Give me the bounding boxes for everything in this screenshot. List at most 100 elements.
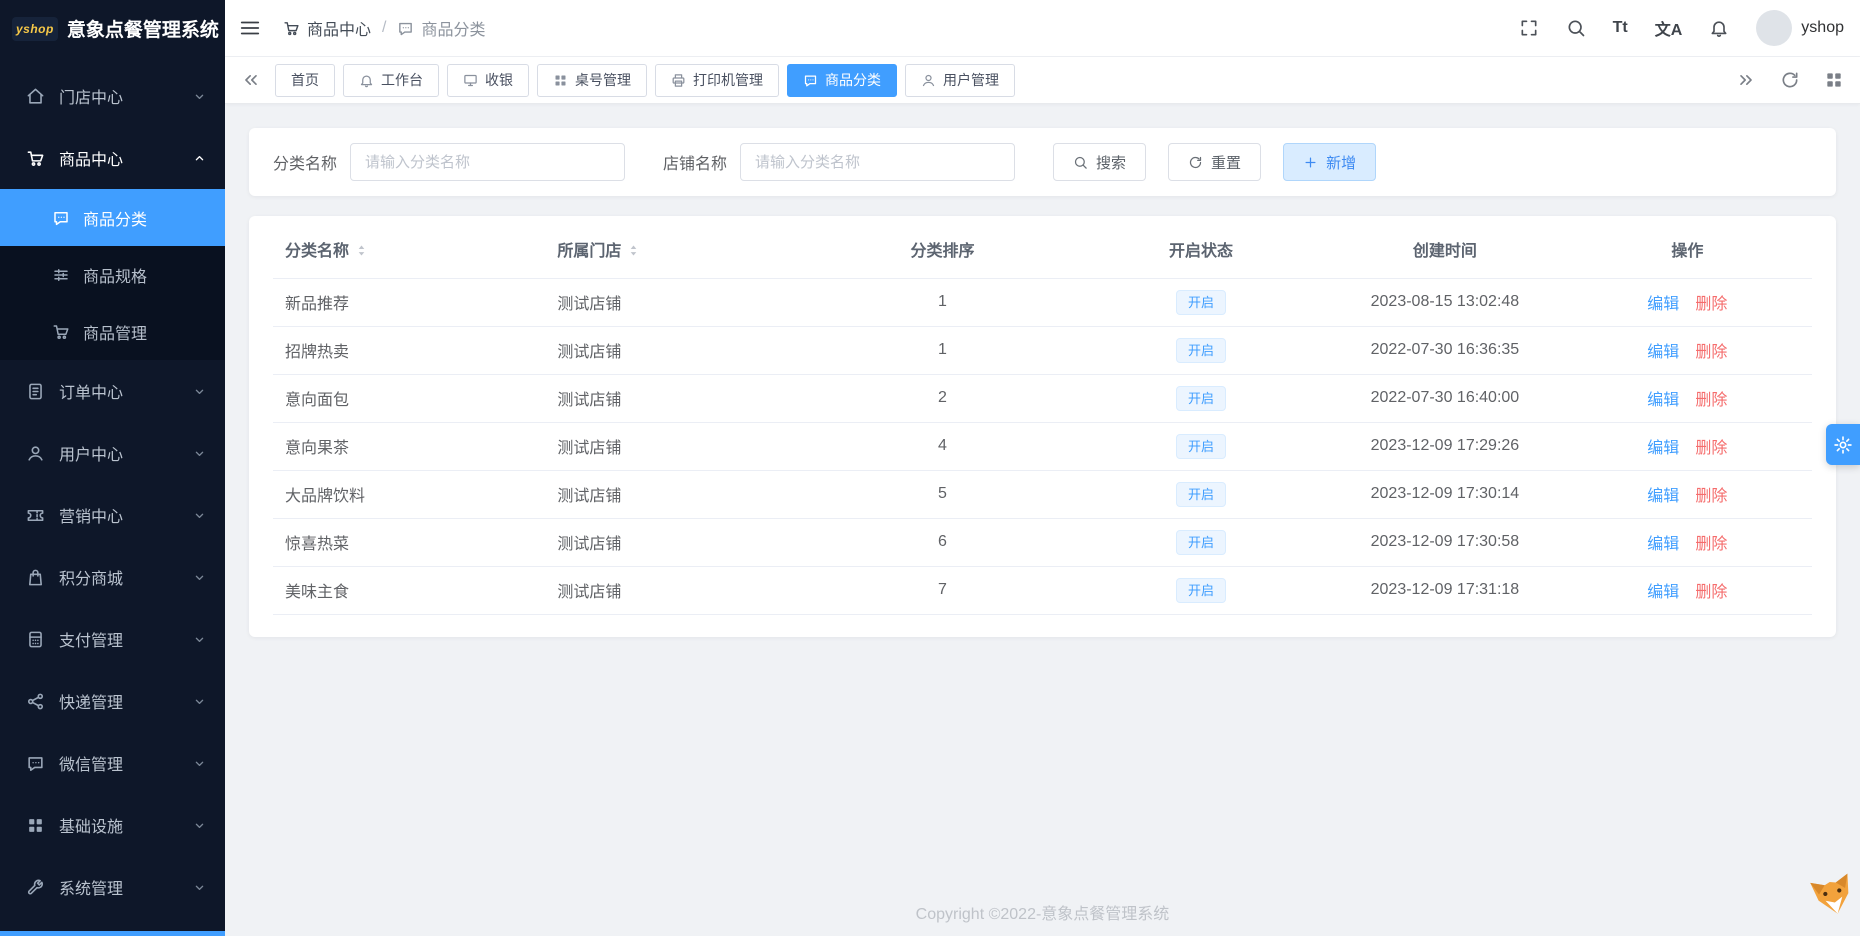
logo-icon: yshop [12,16,58,41]
search-button-label: 搜索 [1096,154,1127,172]
translate-icon[interactable]: 文A [1655,16,1683,40]
sidebar-item-infrastructure[interactable]: 基础设施 [0,794,225,856]
sidebar-item-wechat-manage[interactable]: 微信管理 [0,732,225,794]
column-header-created: 创建时间 [1327,220,1563,279]
delete-link[interactable]: 删除 [1695,440,1727,457]
tabs-scroll-left-icon[interactable] [241,70,261,90]
delete-link[interactable]: 删除 [1695,296,1727,313]
shop-name-label: 店铺名称 [663,156,728,173]
chevron-down-icon [192,89,207,104]
user-menu[interactable]: yshop [1756,10,1844,46]
cell-status: 开启 [1074,326,1328,375]
tab-home[interactable]: 首页 [275,63,335,97]
shop-name-input[interactable] [740,143,1016,181]
delete-link[interactable]: 删除 [1695,392,1727,409]
tab-user-manage[interactable]: 用户管理 [905,63,1015,97]
cell-created: 2023-12-09 17:29:26 [1327,422,1563,471]
tabs-scroll-right-icon[interactable] [1736,70,1756,90]
fullscreen-icon[interactable] [1519,18,1539,38]
edit-link[interactable]: 编辑 [1647,488,1679,505]
chevron-down-icon [192,570,207,585]
delete-link[interactable]: 删除 [1695,344,1727,361]
tab-product-category[interactable]: 商品分类 [787,63,897,97]
breadcrumb-item[interactable]: 商品中心 [283,16,371,40]
tab-cashier[interactable]: 收银 [447,63,529,97]
sidebar-item-payment-manage[interactable]: 支付管理 [0,608,225,670]
sidebar-item-product-category[interactable]: 商品分类 [0,189,225,246]
edit-link[interactable]: 编辑 [1647,440,1679,457]
font-size-icon[interactable]: Tt [1613,19,1628,37]
cell-category-name: 美味主食 [273,566,546,615]
search-button[interactable]: 搜索 [1053,143,1147,181]
status-badge: 开启 [1175,337,1226,363]
sidebar: yshop 意象点餐管理系统 门店中心 商品中心 商品分类 商品规格 商品管理 … [0,0,225,936]
sort-carets-icon[interactable] [354,243,369,258]
sidebar-item-points-mall[interactable]: 积分商城 [0,546,225,608]
sidebar-item-label: 商品中心 [59,152,124,169]
reset-button[interactable]: 重置 [1168,143,1262,181]
tab-workbench[interactable]: 工作台 [343,63,439,97]
cell-created: 2023-12-09 17:30:14 [1327,470,1563,519]
edit-link[interactable]: 编辑 [1647,584,1679,601]
cell-store: 测试店铺 [545,566,811,615]
column-header-status: 开启状态 [1074,220,1328,279]
tab-label: 工作台 [381,72,423,88]
cell-actions: 编辑 删除 [1562,566,1812,615]
monitor-icon [463,73,478,88]
calculator-icon [26,630,45,649]
sidebar-item-label: 基础设施 [59,819,124,836]
chevron-down-icon [192,632,207,647]
sidebar-item-label: 支付管理 [59,633,124,650]
sidebar-item-system-manage[interactable]: 系统管理 [0,856,225,918]
bell-icon[interactable] [1709,18,1729,38]
page-content: 分类名称 店铺名称 搜索 重置 新增 [225,104,1860,936]
cell-store: 测试店铺 [545,278,811,327]
delete-link[interactable]: 删除 [1695,584,1727,601]
cell-status: 开启 [1074,374,1328,423]
edit-link[interactable]: 编辑 [1647,536,1679,553]
status-badge: 开启 [1175,385,1226,411]
table-row: 意向果茶 测试店铺 4 开启 2023-12-09 17:29:26 编辑 删除 [273,422,1812,471]
tab-label: 用户管理 [943,72,999,88]
cell-actions: 编辑 删除 [1562,326,1812,375]
breadcrumb-label: 商品分类 [421,22,486,39]
sidebar-item-express-manage[interactable]: 快递管理 [0,670,225,732]
sort-carets-icon[interactable] [626,243,641,258]
sidebar-item-product-manage[interactable]: 商品管理 [0,303,225,360]
cell-actions: 编辑 删除 [1562,518,1812,567]
cell-actions: 编辑 删除 [1562,470,1812,519]
search-icon[interactable] [1566,18,1586,38]
edit-link[interactable]: 编辑 [1647,392,1679,409]
sidebar-submenu-product: 商品分类 商品规格 商品管理 [0,189,225,360]
sidebar-item-label: 系统管理 [59,881,124,898]
tab-printer-manage[interactable]: 打印机管理 [655,63,779,97]
cell-status: 开启 [1074,566,1328,615]
sidebar-item-order-center[interactable]: 订单中心 [0,360,225,422]
sidebar-item-product-spec[interactable]: 商品规格 [0,246,225,303]
breadcrumb: 商品中心 / 商品分类 [283,16,485,40]
tab-table-manage[interactable]: 桌号管理 [537,63,647,97]
scrollbar-thumb[interactable] [0,931,225,936]
refresh-icon [1188,155,1203,170]
sidebar-item-user-center[interactable]: 用户中心 [0,422,225,484]
cell-store: 测试店铺 [545,470,811,519]
app-title: 意象点餐管理系统 [66,20,219,41]
delete-link[interactable]: 删除 [1695,536,1727,553]
add-button[interactable]: 新增 [1283,143,1377,181]
user-icon [921,73,936,88]
table-row: 惊喜热菜 测试店铺 6 开启 2023-12-09 17:30:58 编辑 删除 [273,518,1812,567]
edit-link[interactable]: 编辑 [1647,344,1679,361]
cell-sort: 2 [810,374,1075,423]
layout-grid-icon[interactable] [1824,70,1844,90]
hamburger-menu-icon[interactable] [239,17,261,39]
sidebar-item-marketing-center[interactable]: 营销中心 [0,484,225,546]
delete-link[interactable]: 删除 [1695,488,1727,505]
bell-icon [359,73,374,88]
sidebar-item-product-center[interactable]: 商品中心 [0,127,225,189]
category-name-input[interactable] [350,143,626,181]
sidebar-item-store-center[interactable]: 门店中心 [0,65,225,127]
edit-link[interactable]: 编辑 [1647,296,1679,313]
theme-settings-button[interactable] [1826,424,1860,465]
refresh-icon[interactable] [1780,70,1800,90]
main-area: 商品中心 / 商品分类 Tt 文A yshop 首页 工作台 收银 桌号管理 打… [225,0,1860,936]
